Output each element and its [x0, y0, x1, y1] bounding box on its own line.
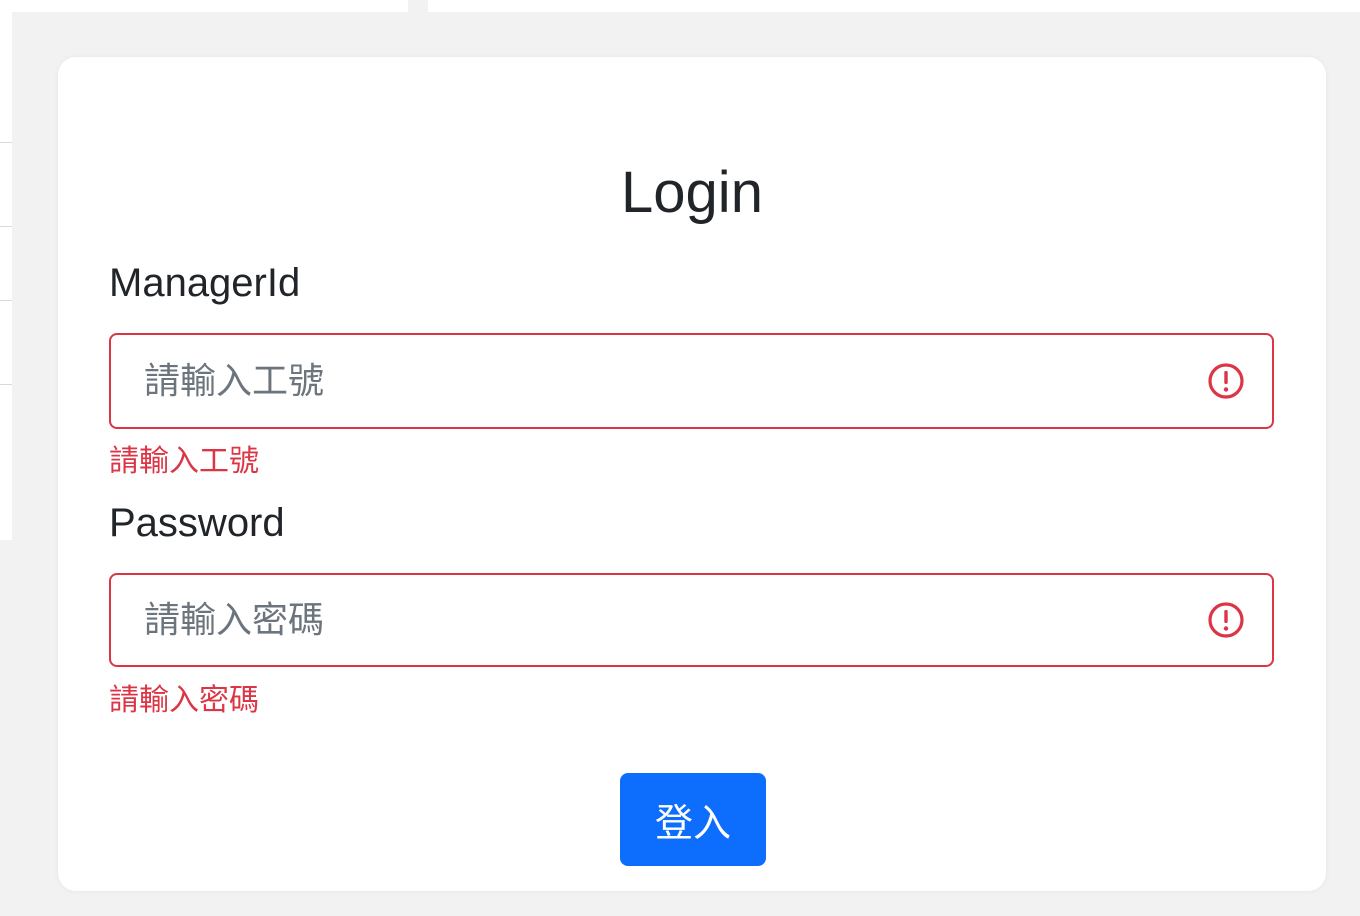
divider [0, 300, 12, 301]
password-label: Password [109, 501, 285, 545]
manager-id-error: 請輸入工號 [109, 444, 259, 479]
background-panel-left [0, 0, 12, 540]
divider [0, 226, 12, 227]
divider [0, 142, 12, 143]
page-title: Login [621, 160, 763, 225]
password-error: 請輸入密碼 [109, 683, 259, 718]
divider [0, 384, 12, 385]
manager-id-field [109, 333, 1274, 429]
background-panel-top [12, 0, 408, 12]
exclamation-circle-icon [1208, 602, 1244, 638]
password-field [109, 573, 1274, 667]
password-input[interactable] [111, 575, 1191, 665]
manager-id-input[interactable] [111, 335, 1191, 427]
exclamation-circle-icon [1208, 363, 1244, 399]
background-panel-top [428, 0, 1360, 12]
login-card: Login ManagerId 請輸入工號 Password 請輸入密碼 登入 [58, 57, 1326, 891]
manager-id-label: ManagerId [109, 261, 301, 305]
login-button[interactable]: 登入 [620, 773, 766, 866]
